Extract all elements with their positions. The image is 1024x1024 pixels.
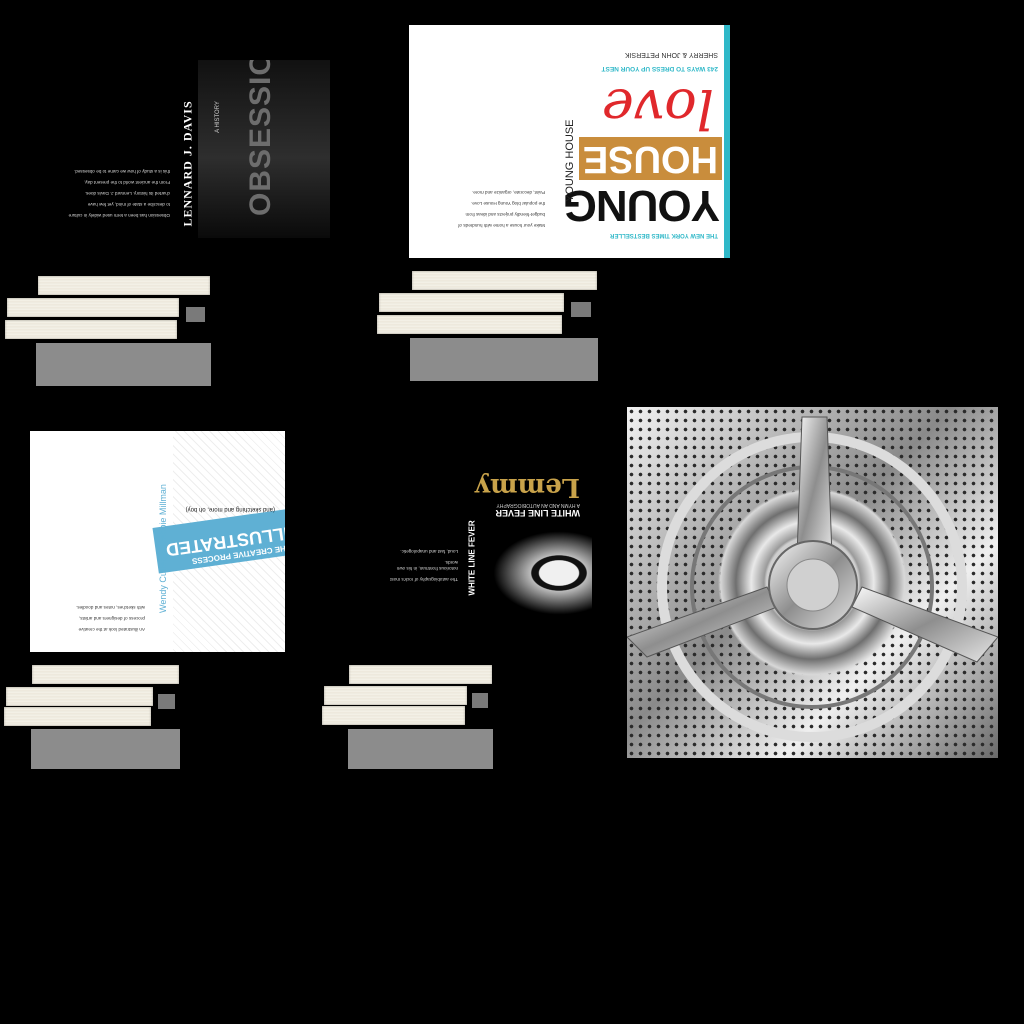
young-house-title-top: YOUNG	[563, 181, 720, 230]
illustrated-front: THE CREATIVE PROCESS ILLUSTRATED (and sk…	[152, 431, 285, 652]
color-swatch-4	[472, 693, 488, 708]
young-house-title-script: love	[601, 77, 714, 140]
young-house-sub: 243 WAYS TO DRESS UP YOUR NEST	[601, 65, 718, 72]
young-house-front: THE NEW YORK TIMES BESTSELLER YOUNG HOUS…	[564, 25, 730, 258]
obsession-author: LENNARD J. DAVIS	[180, 100, 195, 227]
page-edge-1a	[38, 276, 210, 295]
color-swatch-3	[158, 694, 175, 709]
young-house-blurb: Make your house a home with hundreds of …	[458, 190, 545, 228]
young-house-title-mid: HOUSE	[578, 137, 722, 180]
book-cover-obsession: OBSESSION A HISTORY LENNARD J. DAVIS Obs…	[52, 60, 330, 238]
young-house-spine-text: YOUNG HOUSE	[564, 119, 576, 202]
young-house-authors: SHERRY & JOHN PETERSIK	[624, 51, 718, 58]
page-edge-4a	[349, 665, 492, 684]
page-edge-3c	[4, 707, 151, 726]
young-house-tagline: THE NEW YORK TIMES BESTSELLER	[610, 232, 718, 238]
page-edge-2b	[379, 293, 564, 312]
young-house-spine: YOUNG HOUSE	[558, 25, 580, 258]
grey-bar-1	[36, 343, 211, 386]
page-edge-3a	[32, 665, 179, 684]
obsession-title: OBSESSION	[244, 60, 277, 216]
color-swatch-1	[186, 307, 205, 322]
lemmy-front: Lemmy WHITE LINE FEVER A HYMN AND AN AUT…	[475, 462, 592, 622]
color-swatch-2	[571, 302, 591, 317]
page-edge-3b	[6, 687, 153, 706]
obsession-spine: LENNARD J. DAVIS	[178, 60, 198, 238]
illustrated-subtitle: (and sketching and more, oh boy)	[185, 506, 275, 512]
page-edge-1b	[7, 298, 179, 317]
washing-machine-drum-image	[627, 407, 998, 758]
illustrated-spine: Wendy Cullen & Debbie Millman	[153, 431, 173, 652]
grey-bar-4	[348, 729, 493, 769]
lemmy-spine: WHITE LINE FEVER	[464, 462, 482, 622]
lemmy-blurb: The autobiography of rock's most notorio…	[390, 549, 458, 582]
book-cover-illustrated: THE CREATIVE PROCESS ILLUSTRATED (and sk…	[30, 431, 285, 652]
grey-bar-3	[31, 729, 180, 769]
lemmy-subtitle2: A HYMN AND AN AUTOBIOGRAPHY	[496, 502, 580, 508]
book-cover-lemmy: Lemmy WHITE LINE FEVER A HYMN AND AN AUT…	[378, 462, 592, 622]
lemmy-photo	[482, 524, 592, 622]
book-cover-young-house-love: THE NEW YORK TIMES BESTSELLER YOUNG HOUS…	[409, 25, 730, 258]
lemmy-title: Lemmy	[475, 472, 580, 502]
obsession-blurb: Obsession has been a term used widely in…	[68, 169, 170, 218]
illustrated-blurb: An illustrated look at the creative proc…	[76, 605, 145, 632]
young-house-accent-stripe	[724, 25, 730, 258]
page-edge-1c	[5, 320, 177, 339]
obsession-subtitle: A HISTORY	[215, 101, 222, 133]
page-edge-2a	[412, 271, 597, 290]
page-edge-4b	[324, 686, 467, 705]
page-edge-2c	[377, 315, 562, 334]
obsession-front: OBSESSION A HISTORY	[198, 60, 330, 238]
lemmy-spine-text: WHITE LINE FEVER	[467, 520, 477, 596]
page-edge-4c	[322, 706, 465, 725]
lemmy-subtitle: WHITE LINE FEVER	[495, 508, 580, 518]
grey-bar-2	[410, 338, 598, 381]
drum-paddles-graphic	[627, 416, 998, 742]
illustrated-spine-text: Wendy Cullen & Debbie Millman	[158, 484, 168, 613]
